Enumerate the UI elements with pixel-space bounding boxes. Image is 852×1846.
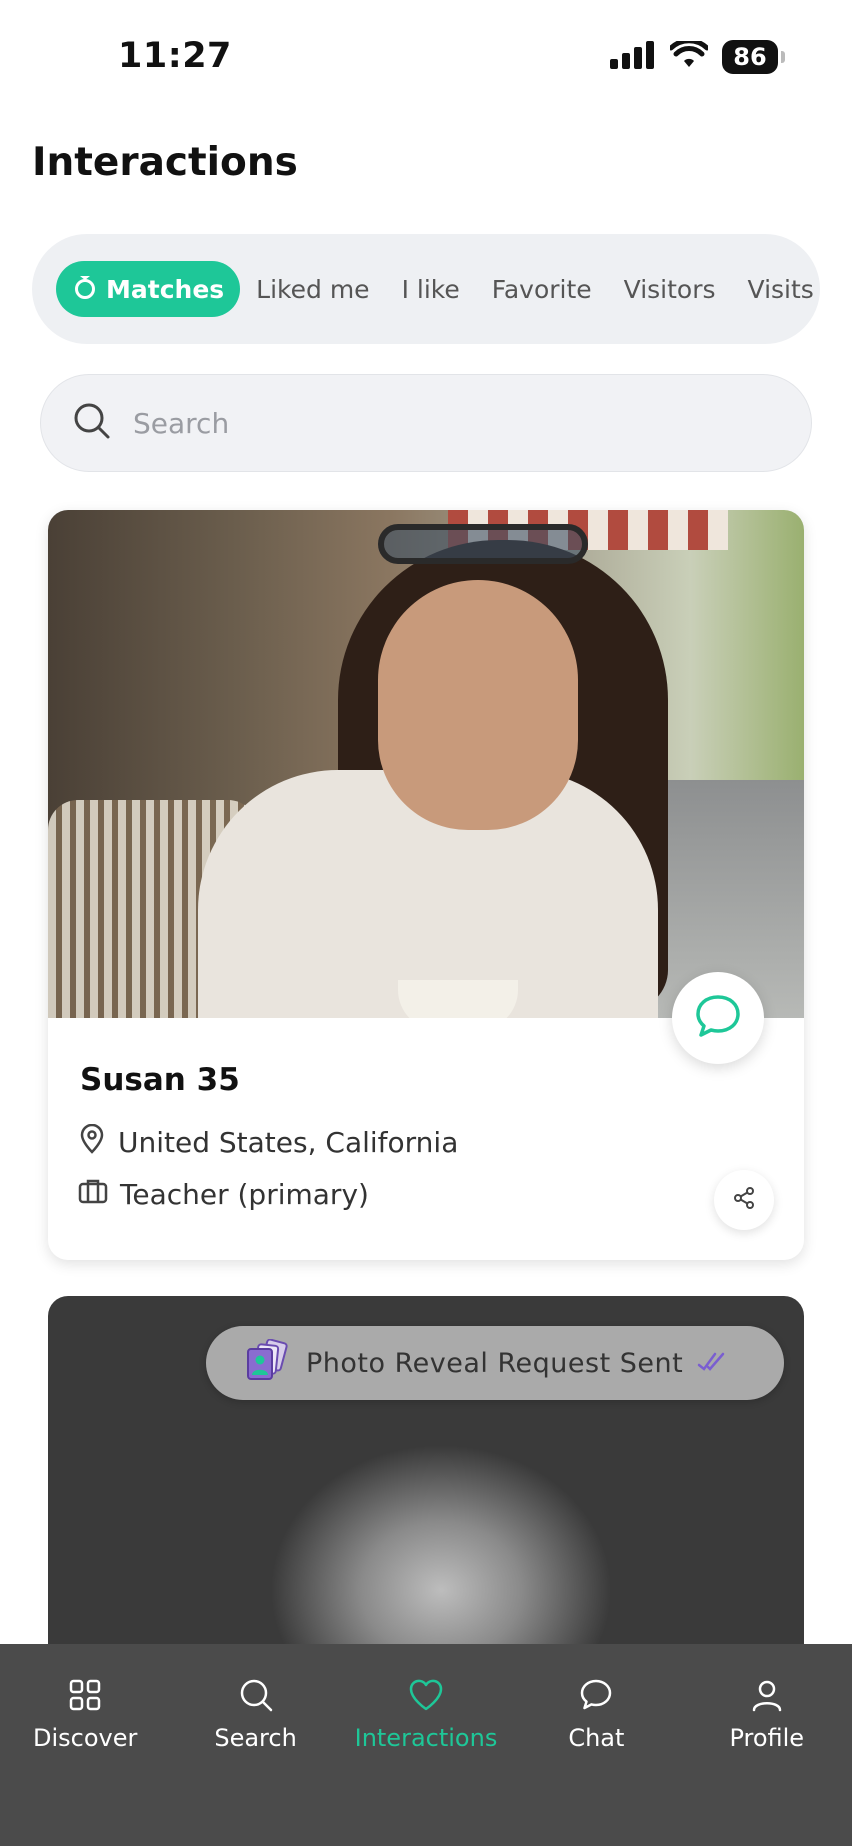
occupation-text: Teacher (primary) [120,1178,369,1211]
nav-search[interactable]: Search [171,1678,341,1846]
tab-visits[interactable]: Visits [732,261,830,317]
nav-label: Discover [33,1724,138,1752]
heart-icon [408,1678,444,1718]
cellular-signal-icon [610,41,656,73]
search-icon [239,1678,273,1718]
photo-reveal-badge: Photo Reveal Request Sent [206,1326,784,1400]
tab-favorite[interactable]: Favorite [476,261,608,317]
share-icon [732,1186,756,1214]
ring-icon [74,272,96,306]
profile-name: Susan 35 [80,1062,240,1098]
tab-label: Matches [106,274,225,304]
profile-card[interactable]: Susan 35 United States, California Teach… [48,510,804,1260]
profile-occupation: Teacher (primary) [78,1178,369,1211]
search-input[interactable] [131,405,731,441]
chat-icon [579,1678,613,1718]
profile-location: United States, California [78,1123,459,1161]
battery-indicator: 86 [722,40,785,74]
person-icon [750,1678,784,1718]
profile-photo[interactable] [48,510,804,1018]
status-bar: 11:27 86 [0,0,852,110]
tab-i-like[interactable]: I like [386,261,476,317]
nav-label: Interactions [354,1724,498,1752]
nav-interactions[interactable]: Interactions [341,1678,511,1846]
grid-icon [68,1678,102,1718]
photo-stack-icon [244,1338,292,1387]
status-time: 11:27 [118,36,232,76]
share-button[interactable] [714,1170,774,1230]
tab-matches[interactable]: Matches [56,261,241,317]
double-check-icon [697,1351,727,1375]
nav-label: Search [214,1724,297,1752]
chat-button[interactable] [672,972,764,1064]
search-bar[interactable] [40,374,812,472]
status-icons: 86 [610,38,785,74]
briefcase-icon [78,1178,108,1211]
bottom-nav: Discover Search Interactions Chat Profil… [0,1644,852,1846]
tab-liked-me[interactable]: Liked me [240,261,385,317]
reveal-status-text: Photo Reveal Request Sent [306,1347,684,1379]
nav-discover[interactable]: Discover [0,1678,170,1846]
interaction-tabs: Matches Liked me I like Favorite Visitor… [32,234,820,344]
chat-bubble-icon [694,993,742,1043]
nav-label: Chat [568,1724,625,1752]
nav-profile[interactable]: Profile [682,1678,852,1846]
page-title: Interactions [32,140,298,185]
tab-visitors[interactable]: Visitors [608,261,732,317]
wifi-icon [668,38,710,73]
search-icon [73,402,111,444]
location-pin-icon [78,1123,106,1161]
nav-chat[interactable]: Chat [511,1678,681,1846]
location-text: United States, California [118,1126,459,1159]
nav-label: Profile [729,1724,805,1752]
